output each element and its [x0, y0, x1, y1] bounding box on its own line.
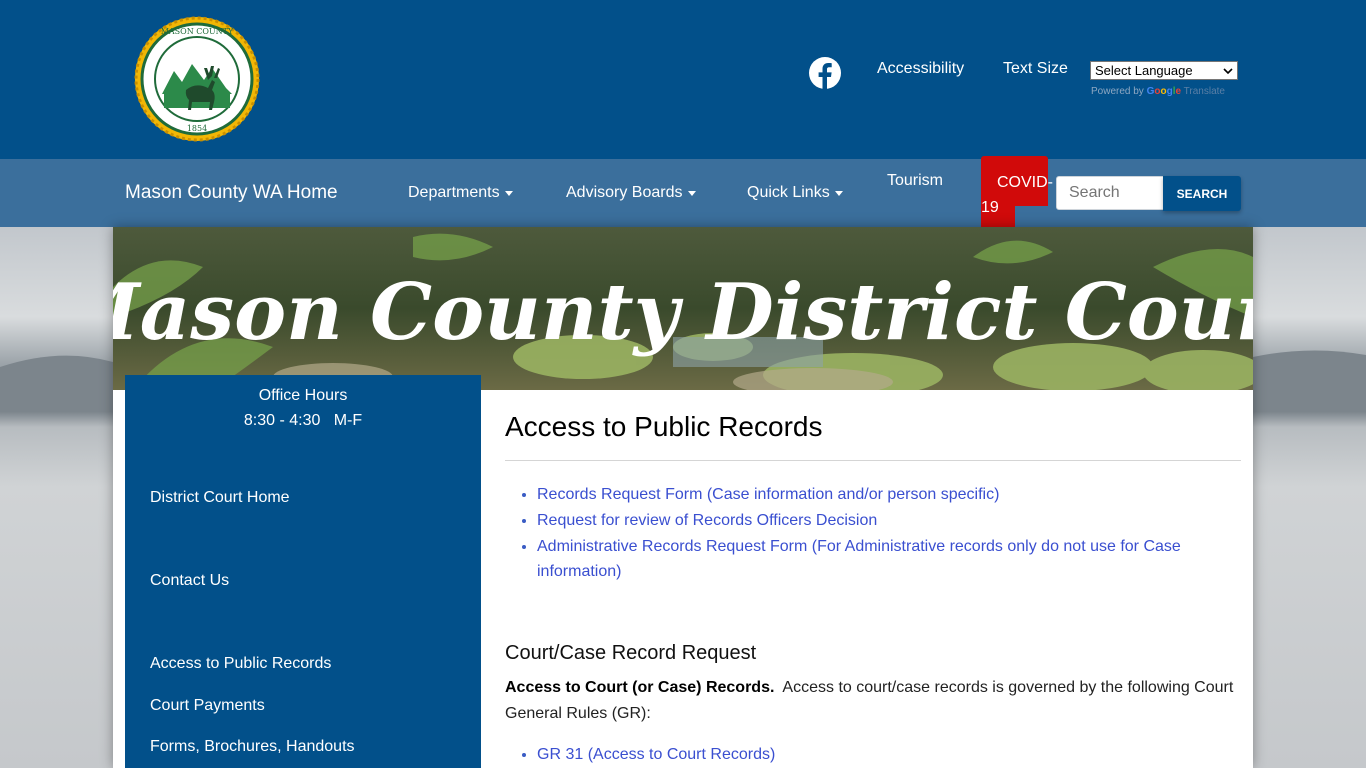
google-letter: e — [1175, 86, 1182, 97]
page-container: Mason County District Court Office Hours… — [113, 227, 1253, 768]
list-item: Request for review of Records Officers D… — [537, 508, 1217, 533]
nav-quick-links[interactable]: Quick Links — [747, 184, 843, 202]
gr-link-list: GR 31 (Access to Court Records) — [537, 742, 1217, 768]
nav-tourism[interactable]: Tourism — [887, 172, 943, 190]
court-records-paragraph: Access to Court (or Case) Records. Acces… — [505, 675, 1235, 727]
powered-by-text: Powered by — [1091, 86, 1144, 97]
sidebar: Office Hours 8:30 - 4:30 M-F District Co… — [125, 375, 481, 768]
divider — [505, 460, 1241, 461]
chevron-down-icon — [1223, 67, 1233, 74]
nav-home-link[interactable]: Mason County WA Home — [125, 182, 338, 204]
site-header: MASON COUNTY 1854 Accessibility Text Siz… — [0, 0, 1366, 159]
office-hours-title: Office Hours — [258, 387, 348, 404]
covid-label: COVID-19 — [981, 174, 1053, 216]
facebook-icon[interactable] — [809, 57, 841, 89]
sidebar-item-contact-us[interactable]: Contact Us — [150, 572, 229, 590]
google-translate-credit: Powered by Google Translate — [1091, 86, 1225, 97]
review-records-officer-link[interactable]: Request for review of Records Officers D… — [537, 512, 877, 529]
county-seal-logo[interactable]: MASON COUNTY 1854 — [134, 16, 260, 142]
accessibility-link[interactable]: Accessibility — [877, 60, 964, 78]
search-button[interactable]: SEARCH — [1163, 176, 1241, 211]
nav-departments[interactable]: Departments — [408, 184, 513, 202]
sidebar-item-court-payments[interactable]: Court Payments — [150, 697, 265, 715]
sidebar-item-district-court-home[interactable]: District Court Home — [150, 489, 290, 507]
nav-advisory-boards[interactable]: Advisory Boards — [566, 184, 696, 202]
language-select[interactable]: Select Language — [1090, 61, 1238, 80]
list-item: Administrative Records Request Form (For… — [537, 534, 1217, 584]
records-link-list: Records Request Form (Case information a… — [537, 482, 1217, 585]
banner-title: Mason County District Court — [113, 267, 1253, 358]
gr-31-link[interactable]: GR 31 (Access to Court Records) — [537, 746, 775, 763]
page-title: Access to Public Records — [505, 411, 823, 442]
office-hours-value: 8:30 - 4:30 M-F — [243, 412, 363, 429]
nav-quick-links-label: Quick Links — [747, 184, 830, 201]
main-nav: Mason County WA Home Departments Advisor… — [0, 156, 1366, 230]
text-size-link[interactable]: Text Size — [1003, 60, 1068, 78]
sidebar-item-access-to-public-records[interactable]: Access to Public Records — [150, 655, 331, 673]
nav-covid-19[interactable]: COVID-19 — [981, 156, 1053, 231]
caret-down-icon — [834, 190, 843, 196]
translate-link[interactable]: Translate — [1184, 86, 1225, 97]
section-title: Court/Case Record Request — [505, 642, 757, 664]
paragraph-bold-lead: Access to Court (or Case) Records. — [505, 679, 775, 696]
administrative-records-link[interactable]: Administrative Records Request Form (For… — [537, 538, 1181, 580]
forest-banner-image: Mason County District Court — [113, 227, 1253, 390]
search-input[interactable] — [1056, 176, 1164, 210]
caret-down-icon — [687, 190, 696, 196]
district-court-banner: Mason County District Court — [113, 227, 1253, 390]
nav-advisory-boards-label: Advisory Boards — [566, 184, 683, 201]
list-item: Records Request Form (Case information a… — [537, 482, 1217, 507]
nav-departments-label: Departments — [408, 184, 500, 201]
seal-year: 1854 — [187, 124, 207, 133]
language-select-value: Select Language — [1095, 63, 1193, 78]
sidebar-item-forms[interactable]: Forms, Brochures, Handouts — [150, 738, 355, 756]
caret-down-icon — [504, 190, 513, 196]
records-request-form-link[interactable]: Records Request Form (Case information a… — [537, 486, 999, 503]
list-item: GR 31 (Access to Court Records) — [537, 742, 1217, 767]
seal-text: MASON COUNTY — [161, 27, 234, 36]
